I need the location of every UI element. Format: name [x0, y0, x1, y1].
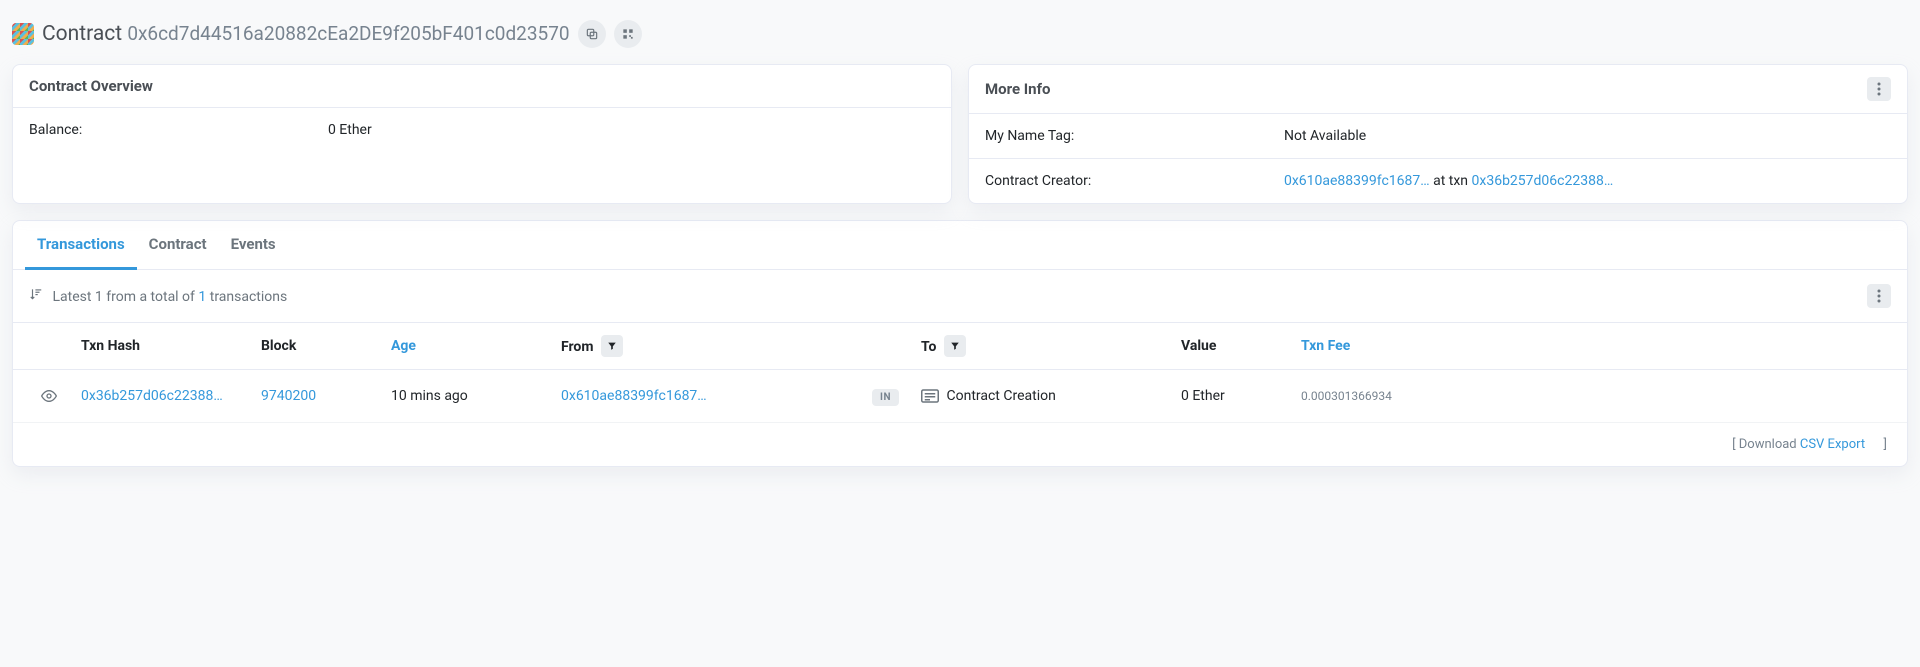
more-info-menu-button[interactable] — [1867, 77, 1891, 101]
to-filter-button[interactable] — [944, 335, 966, 357]
nametag-label: My Name Tag: — [985, 128, 1284, 144]
txn-value: 0 Ether — [1171, 370, 1291, 423]
tab-events[interactable]: Events — [219, 221, 288, 269]
col-hash: Txn Hash — [71, 323, 251, 370]
page-header: Contract 0x6cd7d44516a20882cEa2DE9f205bF… — [12, 12, 1908, 64]
more-vertical-icon — [1877, 289, 1881, 303]
filter-icon — [607, 341, 617, 351]
page-title: Contract 0x6cd7d44516a20882cEa2DE9f205bF… — [42, 22, 570, 46]
csv-export-link[interactable]: CSV Export — [1800, 437, 1880, 452]
col-from-label: From — [561, 339, 593, 355]
copy-icon — [585, 27, 599, 41]
export-suffix: ] — [1880, 437, 1887, 452]
transactions-card: Transactions Contract Events Latest 1 fr… — [12, 220, 1908, 467]
at-txn-text: at txn — [1430, 173, 1472, 189]
filter-icon — [950, 341, 960, 351]
download-icon — [1868, 439, 1880, 451]
creator-label: Contract Creator: — [985, 173, 1284, 189]
from-address-link[interactable]: 0x610ae88399fc1687… — [561, 388, 707, 404]
eye-icon — [41, 388, 57, 404]
col-value: Value — [1171, 323, 1291, 370]
col-to: To — [911, 323, 1171, 370]
tabs: Transactions Contract Events — [13, 221, 1907, 270]
txn-age: 10 mins ago — [381, 370, 551, 423]
contract-overview-card: Contract Overview Balance: 0 Ether — [12, 64, 952, 204]
col-block: Block — [251, 323, 381, 370]
transactions-summary: Latest 1 from a total of 1 transactions — [29, 287, 287, 305]
moreinfo-title: More Info — [985, 80, 1050, 98]
col-fee[interactable]: Txn Fee — [1291, 323, 1907, 370]
table-menu-button[interactable] — [1867, 284, 1891, 308]
creator-txn-link[interactable]: 0x36b257d06c22388… — [1472, 173, 1614, 189]
tab-contract[interactable]: Contract — [137, 221, 219, 269]
title-label: Contract — [42, 22, 122, 46]
copy-address-button[interactable] — [578, 20, 606, 48]
contract-creation-icon — [921, 389, 939, 403]
export-prefix: [ Download — [1732, 437, 1800, 452]
from-filter-button[interactable] — [601, 335, 623, 357]
balance-label: Balance: — [29, 122, 328, 138]
summary-suffix: transactions — [206, 289, 287, 305]
csv-export-label: CSV Export — [1800, 437, 1865, 452]
qr-icon — [621, 27, 635, 41]
more-info-card: More Info My Name Tag: Not Available Con… — [968, 64, 1908, 204]
direction-badge: IN — [872, 389, 899, 406]
block-link[interactable]: 9740200 — [261, 388, 316, 404]
to-value: Contract Creation — [946, 388, 1055, 404]
col-age[interactable]: Age — [381, 323, 551, 370]
overview-title: Contract Overview — [29, 77, 153, 95]
txn-hash-link[interactable]: 0x36b257d06c22388… — [81, 388, 223, 404]
export-row: [ Download CSV Export ] — [13, 423, 1907, 466]
view-txn-button[interactable] — [37, 384, 61, 408]
qr-code-button[interactable] — [614, 20, 642, 48]
txn-fee: 0.000301366934 — [1291, 370, 1907, 423]
identicon-icon — [12, 23, 34, 45]
balance-value: 0 Ether — [328, 122, 935, 138]
table-row: 0x36b257d06c22388… 9740200 10 mins ago 0… — [13, 370, 1907, 423]
nametag-value: Not Available — [1284, 128, 1891, 144]
contract-address: 0x6cd7d44516a20882cEa2DE9f205bF401c0d235… — [127, 22, 569, 45]
summary-prefix: Latest 1 from a total of — [52, 289, 198, 305]
col-to-label: To — [921, 339, 936, 355]
more-vertical-icon — [1877, 82, 1881, 96]
creator-address-link[interactable]: 0x610ae88399fc1687… — [1284, 173, 1430, 189]
col-from: From — [551, 323, 841, 370]
tab-transactions[interactable]: Transactions — [25, 221, 137, 270]
transactions-table: Txn Hash Block Age From To — [13, 322, 1907, 423]
sort-icon — [29, 289, 46, 305]
